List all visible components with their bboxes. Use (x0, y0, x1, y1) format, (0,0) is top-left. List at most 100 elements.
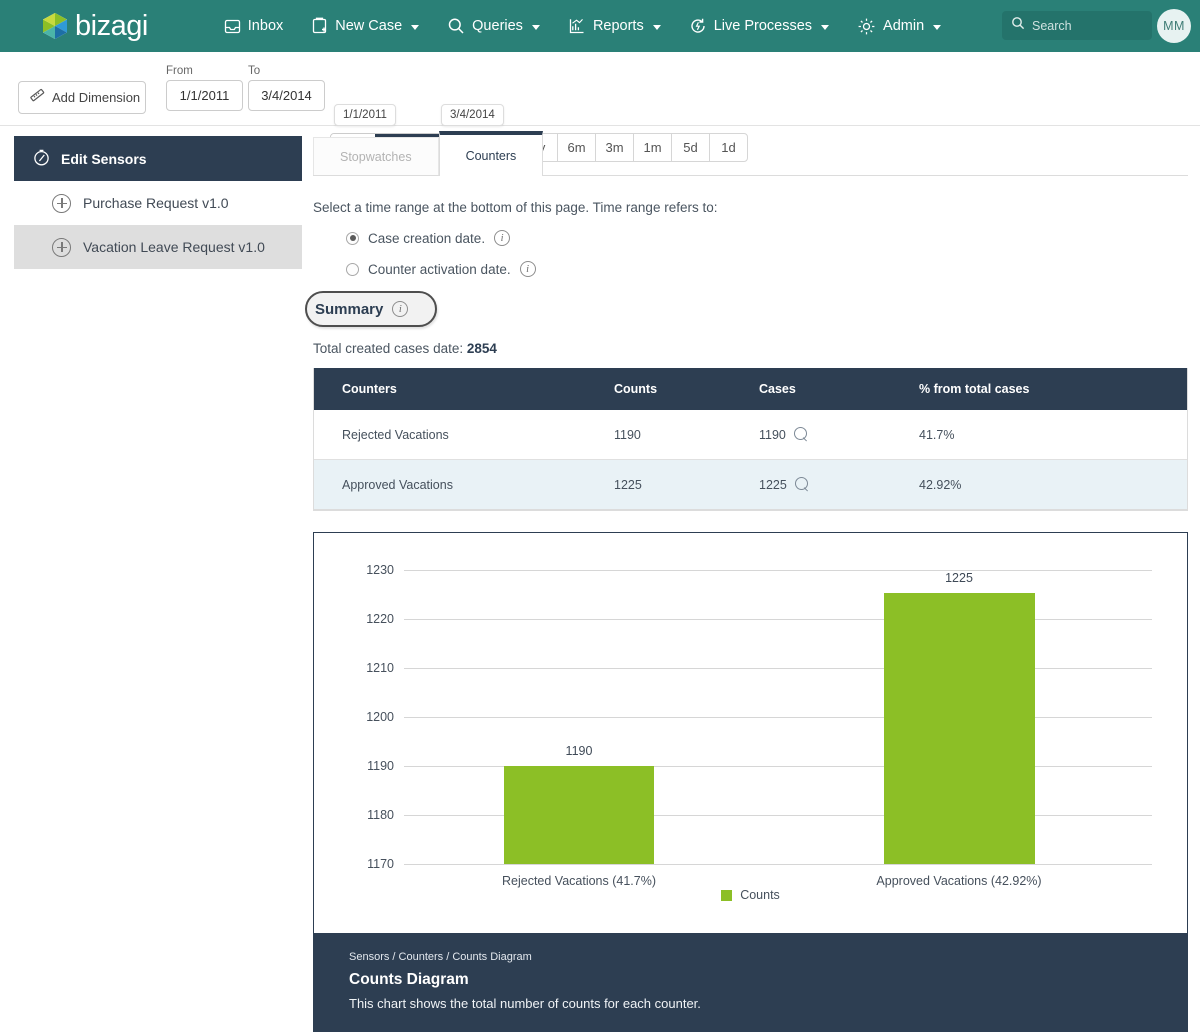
tab-stopwatches[interactable]: Stopwatches (313, 137, 439, 175)
sidebar-header-label: Edit Sensors (61, 150, 147, 167)
chart-footer: Sensors / Counters / Counts Diagram Coun… (314, 933, 1187, 1031)
from-field-group: From 1/1/2011 (166, 65, 243, 111)
x-axis-label: Approved Vacations (42.92%) (876, 874, 1042, 888)
radio-option-case-creation-date[interactable]: Case creation date. i (346, 230, 1188, 246)
radio-button[interactable] (346, 262, 359, 276)
nav-label-queries: Queries (472, 18, 523, 34)
gridline (404, 619, 1152, 620)
sidebar-item-label: Vacation Leave Request v1.0 (83, 239, 265, 255)
total-created-cases: Total created cases date: 2854 (313, 341, 1188, 356)
live-processes-icon (689, 17, 707, 35)
total-created-cases-label: Total created cases date: (313, 341, 467, 356)
tab-bar: Stopwatches Counters (313, 131, 1188, 176)
plus-circle-icon (52, 193, 71, 213)
info-icon[interactable]: i (392, 301, 409, 317)
cell-percent: 42.92% (919, 477, 962, 492)
gear-icon (857, 17, 876, 36)
magnifier-icon[interactable] (794, 477, 810, 492)
table-row[interactable]: Rejected Vacations 1190 1190 41.7% (314, 410, 1187, 460)
info-icon[interactable]: i (519, 261, 536, 277)
cell-percent: 41.7% (919, 427, 955, 442)
gridline (404, 570, 1152, 571)
column-header-cases: Cases (759, 382, 796, 396)
y-axis-tick: 1180 (367, 808, 394, 822)
cell-cases-value: 1225 (759, 477, 787, 492)
sidebar-item-label: Purchase Request v1.0 (83, 195, 229, 211)
search-icon (1011, 16, 1025, 35)
brand-logo-area[interactable]: bizagi (42, 10, 148, 43)
ruler-icon (29, 88, 46, 108)
to-label: To (248, 65, 261, 77)
cell-counts: 1190 (614, 427, 641, 442)
stopwatch-icon (32, 148, 51, 170)
to-date-input[interactable]: 3/4/2014 (248, 80, 325, 111)
from-label: From (166, 65, 193, 77)
legend-color-swatch (721, 889, 733, 901)
cell-cases: 1225 (759, 477, 919, 492)
info-icon[interactable]: i (494, 230, 511, 246)
chevron-down-icon (531, 24, 540, 30)
radio-label: Counter activation date. (368, 261, 511, 277)
brand-name: bizagi (75, 9, 148, 42)
chart-description: This chart shows the total number of cou… (349, 996, 701, 1011)
new-case-icon (311, 17, 328, 35)
nav-item-reports[interactable]: Reports (554, 0, 675, 52)
cell-counter-name: Approved Vacations (342, 477, 453, 492)
gridline (404, 668, 1152, 669)
nav-label-admin: Admin (883, 18, 925, 34)
reports-chart-icon (568, 17, 586, 35)
nav-item-live-processes[interactable]: Live Processes (675, 0, 843, 52)
add-dimension-label: Add Dimension (52, 90, 141, 105)
chevron-down-icon (821, 24, 830, 30)
nav-label-new-case: New Case (335, 18, 403, 34)
avatar[interactable]: MM (1157, 9, 1191, 43)
table-header-row: Counters Counts Cases % from total cases (314, 368, 1187, 410)
sidebar-item-purchase-request[interactable]: Purchase Request v1.0 (14, 181, 302, 225)
nav-item-inbox[interactable]: Inbox (210, 0, 297, 52)
chevron-down-icon (652, 24, 661, 30)
bar-value-label: 1190 (565, 744, 593, 758)
x-axis-label: Rejected Vacations (41.7%) (501, 874, 657, 888)
nav-label-reports: Reports (592, 18, 644, 34)
search-input[interactable] (1032, 18, 1142, 33)
radio-button[interactable] (346, 231, 359, 245)
bar-rejected-vacations[interactable] (504, 766, 654, 864)
summary-section: Summary i (305, 291, 1188, 327)
total-created-cases-value: 2854 (466, 341, 497, 356)
slider-left-tooltip: 1/1/2011 (334, 104, 396, 126)
magnifier-icon[interactable] (793, 427, 809, 442)
add-dimension-button[interactable]: Add Dimension (18, 81, 146, 114)
y-axis-tick: 1200 (366, 710, 394, 724)
column-header-counts: Counts (614, 382, 658, 396)
table-row[interactable]: Approved Vacations 1225 1225 42.92% (314, 460, 1187, 510)
nav-item-admin[interactable]: Admin (843, 0, 955, 52)
search-box[interactable] (1002, 11, 1152, 40)
gridline (404, 864, 1152, 865)
nav-item-new-case[interactable]: New Case (297, 0, 433, 52)
gridline (404, 717, 1152, 718)
y-axis-tick: 1170 (367, 857, 394, 871)
bar-approved-vacations[interactable] (884, 593, 1035, 864)
bar-value-label: 1225 (945, 571, 973, 585)
y-axis-tick: 1230 (366, 563, 394, 577)
nav-item-queries[interactable]: Queries (433, 0, 554, 52)
breadcrumb: Sensors / Counters / Counts Diagram (349, 951, 532, 963)
top-navigation-bar: bizagi Inbox New Case Queries Reports Li… (0, 0, 1200, 52)
main-content: Stopwatches Counters Select a time range… (305, 131, 1188, 1032)
sidebar-header-edit-sensors[interactable]: Edit Sensors (14, 136, 302, 181)
cell-counter-name: Rejected Vacations (342, 427, 449, 442)
tab-counters[interactable]: Counters (438, 131, 544, 176)
bizagi-cube-icon (42, 12, 68, 40)
y-axis-tick: 1220 (366, 612, 394, 626)
from-date-input[interactable]: 1/1/2011 (166, 80, 243, 111)
main-menu: Inbox New Case Queries Reports Live Proc… (210, 0, 955, 52)
plus-circle-icon (52, 237, 71, 257)
column-header-counters: Counters (342, 382, 397, 396)
cell-cases: 1190 (759, 427, 919, 442)
column-header-percent: % from total cases (919, 382, 1030, 396)
radio-option-counter-activation-date[interactable]: Counter activation date. i (346, 261, 1188, 277)
slider-right-tooltip: 3/4/2014 (441, 104, 504, 126)
counters-table: Counters Counts Cases % from total cases… (313, 368, 1188, 511)
chart-title: Counts Diagram (349, 971, 469, 988)
sidebar-item-vacation-leave-request[interactable]: Vacation Leave Request v1.0 (14, 225, 302, 269)
